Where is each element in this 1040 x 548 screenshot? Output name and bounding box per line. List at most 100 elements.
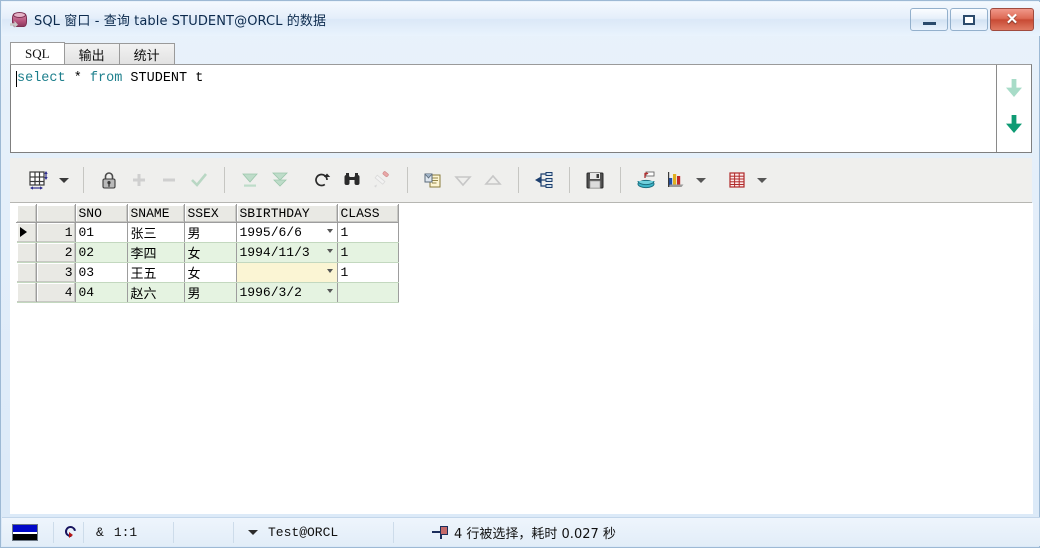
- sort-descending-button[interactable]: [448, 164, 478, 196]
- fetch-next-page-button[interactable]: [235, 164, 265, 196]
- insert-row-button[interactable]: [124, 164, 154, 196]
- clear-filter-icon: [367, 169, 397, 191]
- cell-sname[interactable]: 赵六: [127, 282, 185, 303]
- post-changes-icon: [184, 169, 214, 191]
- lock-record-icon: [94, 169, 124, 191]
- cell-sno[interactable]: 03: [75, 262, 128, 283]
- column-header-sname[interactable]: SNAME: [126, 204, 185, 223]
- cell-ssex[interactable]: 男: [184, 222, 237, 243]
- copy-to-clipboard-button[interactable]: [418, 164, 448, 196]
- cell-sbirthday[interactable]: 1995/6/6: [236, 222, 338, 243]
- cell-ssex[interactable]: 女: [184, 242, 237, 263]
- cell-class[interactable]: [337, 282, 399, 303]
- cell-sname[interactable]: 张三: [127, 222, 185, 243]
- chart-icon: [661, 169, 691, 191]
- column-header-ssex[interactable]: SSEX: [183, 204, 237, 223]
- arrow-down-icon[interactable]: [1006, 115, 1022, 133]
- table-row[interactable]: 4 04 赵六 男 1996/3/2: [16, 282, 399, 303]
- row-number: 3: [36, 262, 76, 283]
- cell-sno[interactable]: 01: [75, 222, 128, 243]
- delete-row-button[interactable]: [154, 164, 184, 196]
- sql-text-line: select * from STUDENT t: [17, 71, 203, 86]
- export-data-button[interactable]: [631, 164, 661, 196]
- table-row[interactable]: 3 03 王五 女 1: [16, 262, 399, 283]
- column-header-sbirthday[interactable]: SBIRTHDAY: [235, 204, 338, 223]
- status-connection-cell[interactable]: Test@ORCL: [234, 521, 394, 543]
- window-frame: SQL 窗口 - 查询 table STUDENT@ORCL 的数据 ✕ SQL…: [0, 0, 1040, 548]
- report-grid-button[interactable]: [722, 164, 752, 196]
- fetch-next-page-icon: [235, 169, 265, 191]
- chevron-down-icon[interactable]: [326, 249, 333, 253]
- close-icon: ✕: [1005, 11, 1019, 28]
- column-header-sno[interactable]: SNO: [74, 204, 128, 223]
- refresh-session-icon[interactable]: [62, 523, 79, 540]
- post-changes-button[interactable]: [184, 164, 214, 196]
- cell-class[interactable]: 1: [337, 222, 399, 243]
- cell-class[interactable]: 1: [337, 242, 399, 263]
- chevron-down-icon[interactable]: [326, 229, 333, 233]
- minimize-button[interactable]: [910, 8, 948, 31]
- row-indicator: [16, 282, 37, 303]
- save-button[interactable]: [580, 164, 610, 196]
- tab-sql[interactable]: SQL: [10, 42, 65, 64]
- connection-label: Test@ORCL: [268, 524, 339, 540]
- cell-sname[interactable]: 王五: [127, 262, 185, 283]
- tab-statistics[interactable]: 统计: [118, 43, 175, 64]
- lock-record-button[interactable]: [94, 164, 124, 196]
- toolbar-separator: [518, 167, 519, 193]
- window-title: SQL 窗口 - 查询 table STUDENT@ORCL 的数据: [34, 13, 327, 29]
- cell-sbirthday[interactable]: 1994/11/3: [236, 242, 338, 263]
- insert-mode-icon: [12, 523, 38, 541]
- chart-button[interactable]: [661, 164, 691, 196]
- window-controls: ✕: [910, 8, 1034, 31]
- tab-sql-label: SQL: [25, 45, 50, 61]
- cursor-position: 1:1: [113, 524, 138, 540]
- cell-ssex[interactable]: 男: [184, 282, 237, 303]
- sql-editor-pane[interactable]: select * from STUDENT t: [11, 65, 997, 152]
- report-grid-dropdown-caret[interactable]: [757, 177, 767, 183]
- clear-filter-button[interactable]: [367, 164, 397, 196]
- grid-layout-button[interactable]: [24, 164, 54, 196]
- tab-output[interactable]: 输出: [63, 43, 120, 64]
- find-binoculars-icon: [337, 169, 367, 191]
- maximize-icon: [963, 14, 975, 25]
- cell-sbirthday[interactable]: 1996/3/2: [236, 282, 338, 303]
- sql-editor[interactable]: select * from STUDENT t: [10, 64, 1032, 153]
- chevron-down-icon[interactable]: [326, 269, 333, 273]
- arrow-up-icon[interactable]: [1006, 79, 1022, 97]
- cell-ssex[interactable]: 女: [184, 262, 237, 283]
- status-refresh-cell[interactable]: [54, 521, 84, 543]
- cell-sbirthday-value: 1994/11/3: [239, 245, 310, 260]
- result-grid: SNO SNAME SSEX SBIRTHDAY CLASS 1 01 张三 男…: [16, 204, 399, 303]
- title-bar[interactable]: SQL 窗口 - 查询 table STUDENT@ORCL 的数据 ✕: [2, 2, 1040, 36]
- result-grid-area[interactable]: SNO SNAME SSEX SBIRTHDAY CLASS 1 01 张三 男…: [10, 203, 1033, 514]
- export-data-icon: [631, 169, 661, 191]
- query-builder-button[interactable]: [529, 164, 559, 196]
- toolbar-separator: [407, 167, 408, 193]
- fetch-last-page-icon: [265, 169, 295, 191]
- sql-star: *: [65, 71, 90, 86]
- chevron-down-icon[interactable]: [326, 289, 333, 293]
- table-row[interactable]: 2 02 李四 女 1994/11/3 1: [16, 242, 399, 263]
- find-button[interactable]: [337, 164, 367, 196]
- column-header-class[interactable]: CLASS: [336, 204, 399, 223]
- close-button[interactable]: ✕: [990, 8, 1034, 31]
- sort-ascending-button[interactable]: [478, 164, 508, 196]
- fetch-last-page-button[interactable]: [265, 164, 295, 196]
- sort-ascending-icon: [478, 169, 508, 191]
- cell-sbirthday-value: 1995/6/6: [239, 225, 302, 240]
- cell-sno[interactable]: 04: [75, 282, 128, 303]
- cell-sbirthday[interactable]: [236, 262, 338, 283]
- row-indicator: [16, 262, 37, 283]
- chart-dropdown-caret[interactable]: [696, 177, 706, 183]
- status-mode-cell[interactable]: [2, 521, 54, 543]
- refresh-button[interactable]: [307, 164, 337, 196]
- cell-sname[interactable]: 李四: [127, 242, 185, 263]
- cell-sno[interactable]: 02: [75, 242, 128, 263]
- grid-corner-indicator: [16, 204, 37, 223]
- grid-layout-dropdown-caret[interactable]: [59, 177, 69, 183]
- maximize-button[interactable]: [950, 8, 988, 31]
- chevron-down-icon[interactable]: [248, 529, 258, 535]
- table-row[interactable]: 1 01 张三 男 1995/6/6 1: [16, 222, 399, 243]
- cell-class[interactable]: 1: [337, 262, 399, 283]
